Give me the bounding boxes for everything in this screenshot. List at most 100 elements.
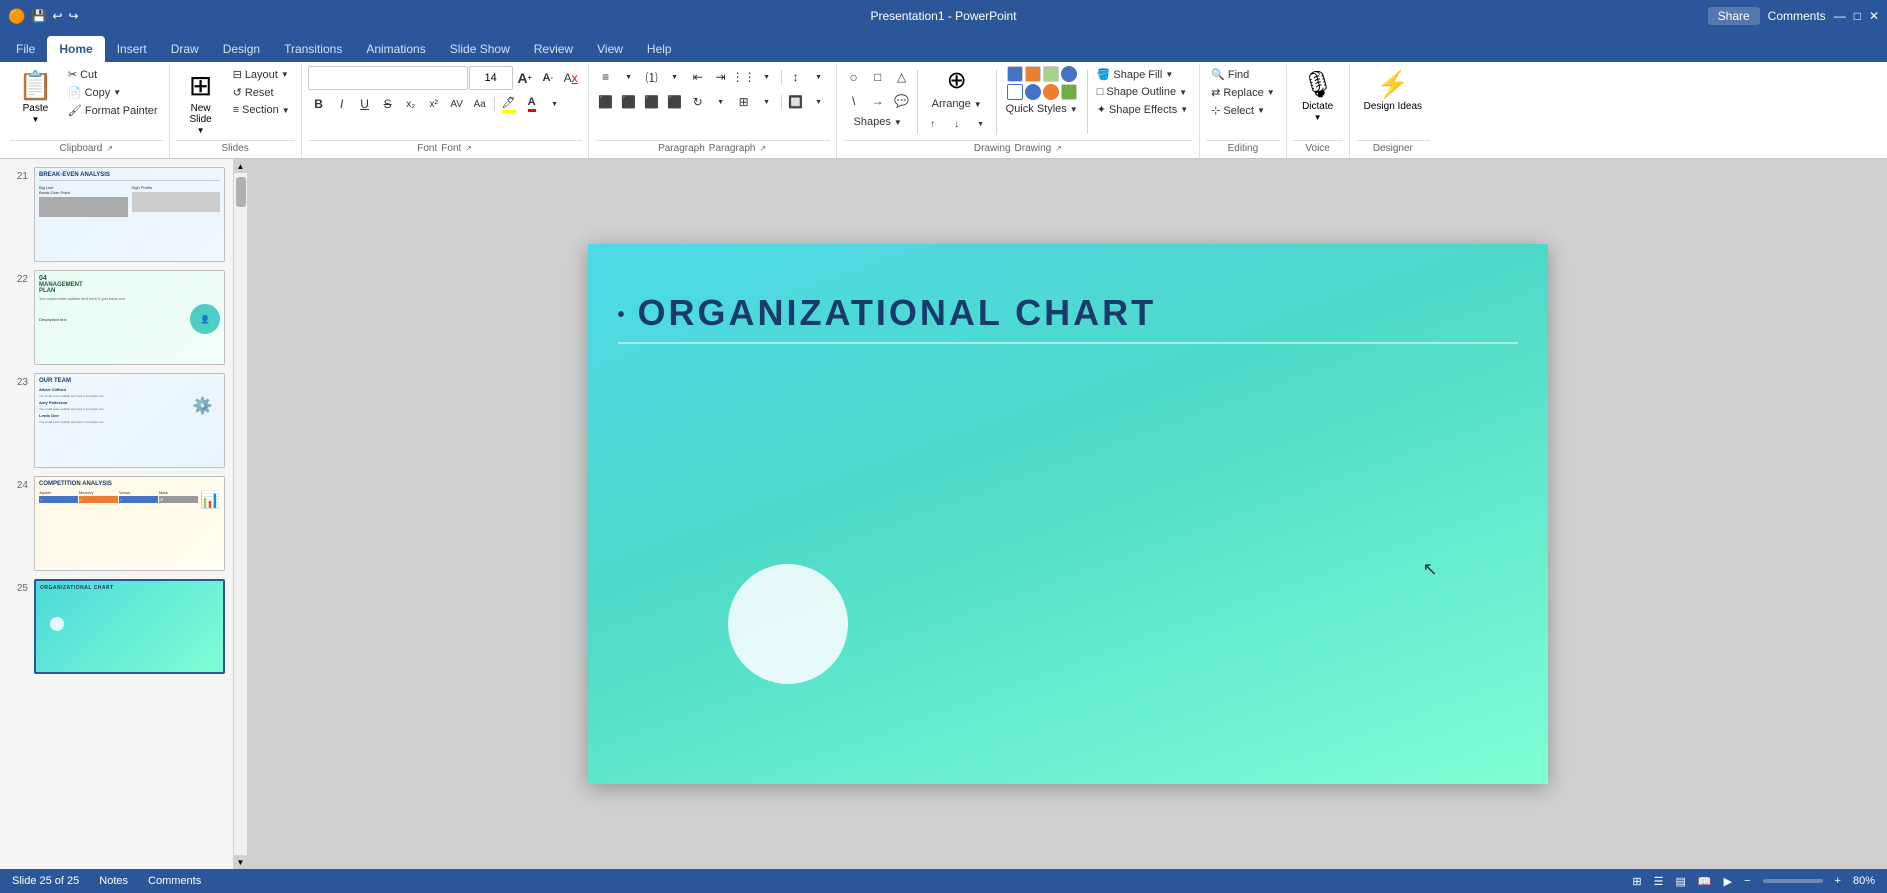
bullets-button[interactable]: ≡	[595, 66, 617, 88]
comments-button[interactable]: Comments	[1768, 9, 1826, 23]
bold-button[interactable]: B	[308, 93, 330, 115]
arrange-down-btn[interactable]: ↓	[946, 113, 968, 135]
bullets-arrow[interactable]: ▼	[618, 66, 640, 88]
quick-styles-button[interactable]: Quick Styles ▼	[1001, 101, 1083, 117]
columns-button[interactable]: ⋮⋮	[733, 66, 755, 88]
line-spacing-arrow[interactable]: ▼	[808, 66, 830, 88]
scrollbar-up[interactable]: ▲	[234, 159, 248, 173]
subscript-button[interactable]: x₂	[400, 93, 422, 115]
font-expand-icon[interactable]: ↗	[465, 144, 472, 153]
maximize-button[interactable]: □	[1854, 9, 1861, 23]
shape-outline-button[interactable]: □ Shape Outline ▼	[1092, 84, 1193, 100]
slide-item-21[interactable]: 21 BREAK-EVEN ANALYSIS Big Line Break-Ov…	[8, 167, 225, 262]
underline-button[interactable]: U	[354, 93, 376, 115]
arrange-up-btn[interactable]: ↑	[922, 113, 944, 135]
qs-cell-2[interactable]	[1025, 66, 1041, 82]
decrease-indent-button[interactable]: ⇤	[687, 66, 709, 88]
reset-button[interactable]: ↺ Reset	[228, 84, 295, 101]
arrange-arrow-btn[interactable]: ▼	[970, 113, 992, 135]
slide-item-23[interactable]: 23 OUR TEAM Albert Clifford You could en…	[8, 373, 225, 468]
comments-button-status[interactable]: Comments	[148, 875, 201, 887]
justify-button[interactable]: ⬛	[664, 91, 686, 113]
increase-indent-button[interactable]: ⇥	[710, 66, 732, 88]
shapes-button[interactable]: Shapes ▼	[849, 114, 907, 130]
menu-home[interactable]: Home	[47, 36, 104, 62]
triangle-shape[interactable]: △	[891, 66, 913, 88]
menu-design[interactable]: Design	[211, 36, 272, 62]
qs-cell-4[interactable]	[1061, 66, 1077, 82]
menu-slideshow[interactable]: Slide Show	[438, 36, 522, 62]
shape-effects-button[interactable]: ✦ Shape Effects ▼	[1092, 101, 1193, 118]
shape-fill-button[interactable]: 🪣 Shape Fill ▼	[1092, 66, 1193, 83]
menu-review[interactable]: Review	[522, 36, 585, 62]
zoom-out-icon[interactable]: −	[1744, 875, 1750, 887]
menu-animations[interactable]: Animations	[354, 36, 437, 62]
arrow-shape[interactable]: →	[867, 90, 889, 112]
clear-format-button[interactable]: Ax	[560, 67, 582, 89]
line-shape[interactable]: \	[843, 90, 865, 112]
select-button[interactable]: ⊹ Select ▼	[1206, 102, 1280, 119]
font-size-input[interactable]	[474, 72, 508, 84]
paragraph-expand-icon[interactable]: ↗	[759, 144, 766, 153]
slide-thumb-21[interactable]: BREAK-EVEN ANALYSIS Big Line Break-Over …	[34, 167, 225, 262]
clipboard-expand-icon[interactable]: ↗	[106, 144, 113, 153]
text-direction-button[interactable]: ↻	[687, 91, 709, 113]
scrollbar-down[interactable]: ▼	[234, 855, 248, 869]
dictate-button[interactable]: 🎙 Dictate ▼	[1293, 66, 1343, 125]
quick-redo-icon[interactable]: ↪	[68, 9, 78, 23]
slide-canvas[interactable]: ORGANIZATIONAL CHART ↖	[588, 244, 1548, 784]
zoom-in-icon[interactable]: +	[1835, 875, 1841, 887]
slide-circle[interactable]	[728, 564, 848, 684]
menu-view[interactable]: View	[585, 36, 635, 62]
callout-shape[interactable]: 💬	[891, 90, 913, 112]
quick-undo-icon[interactable]: ↩	[52, 9, 62, 23]
superscript-button[interactable]: x²	[423, 93, 445, 115]
slide-thumb-22[interactable]: 04 MANAGEMENTPLAN You could enter subtit…	[34, 270, 225, 365]
align-right-button[interactable]: ⬛	[641, 91, 663, 113]
menu-insert[interactable]: Insert	[105, 36, 159, 62]
qs-cell-6[interactable]	[1025, 84, 1041, 100]
italic-button[interactable]: I	[331, 93, 353, 115]
quick-save-icon[interactable]: 💾	[31, 9, 46, 23]
zoom-bar[interactable]	[1763, 879, 1823, 883]
replace-button[interactable]: ⇄ Replace ▼	[1206, 84, 1280, 101]
columns-arrow[interactable]: ▼	[756, 66, 778, 88]
layout-button[interactable]: ⊟ Layout ▼	[228, 66, 295, 83]
menu-file[interactable]: File	[4, 36, 47, 62]
convert-smartart-arrow[interactable]: ▼	[808, 91, 830, 113]
design-ideas-button[interactable]: ⚡ Design Ideas	[1356, 66, 1430, 115]
drawing-expand-icon[interactable]: ↗	[1055, 144, 1062, 153]
section-button[interactable]: ≡ Section ▼	[228, 102, 295, 118]
strikethrough-button[interactable]: S	[377, 93, 399, 115]
new-slide-button[interactable]: ⊞ NewSlide ▼	[176, 66, 226, 138]
change-case-button[interactable]: Aa	[469, 93, 491, 115]
copy-button[interactable]: 📄Copy ▼	[63, 84, 163, 101]
qs-cell-3[interactable]	[1043, 66, 1059, 82]
align-center-button[interactable]: ⬛	[618, 91, 640, 113]
font-grow-button[interactable]: A+	[514, 67, 536, 89]
find-button[interactable]: 🔍 Find	[1206, 66, 1280, 83]
convert-smartart-button[interactable]: 🔲	[785, 91, 807, 113]
slide-thumb-25[interactable]: ORGANIZATIONAL CHART	[34, 579, 225, 674]
numbered-button[interactable]: ⑴	[641, 66, 663, 88]
line-spacing-button[interactable]: ↕	[785, 66, 807, 88]
text-direction-arrow[interactable]: ▼	[710, 91, 732, 113]
qs-cell-5[interactable]	[1007, 84, 1023, 100]
share-button[interactable]: Share	[1708, 7, 1760, 25]
notes-button[interactable]: Notes	[99, 875, 128, 887]
canvas-area[interactable]: ORGANIZATIONAL CHART ↖	[248, 159, 1887, 869]
format-painter-button[interactable]: 🖌Format Painter	[63, 102, 163, 119]
slide-item-24[interactable]: 24 COMPETITION ANALYSIS Jupiter Mercury …	[8, 476, 225, 571]
arrange-button[interactable]: Arrange ▼	[927, 96, 987, 112]
cut-button[interactable]: ✂Cut	[63, 66, 163, 83]
align-text-arrow[interactable]: ▼	[756, 91, 778, 113]
paste-button[interactable]: 📋 Paste ▼	[10, 66, 61, 127]
font-shrink-button[interactable]: A-	[537, 67, 559, 89]
align-text-button[interactable]: ⊞	[733, 91, 755, 113]
qs-cell-1[interactable]	[1007, 66, 1023, 82]
highlight-button[interactable]: 🖊	[498, 93, 520, 115]
menu-help[interactable]: Help	[635, 36, 684, 62]
numbered-arrow[interactable]: ▼	[664, 66, 686, 88]
slide-thumb-23[interactable]: OUR TEAM Albert Clifford You could enter…	[34, 373, 225, 468]
font-color-arrow[interactable]: ▼	[544, 93, 566, 115]
